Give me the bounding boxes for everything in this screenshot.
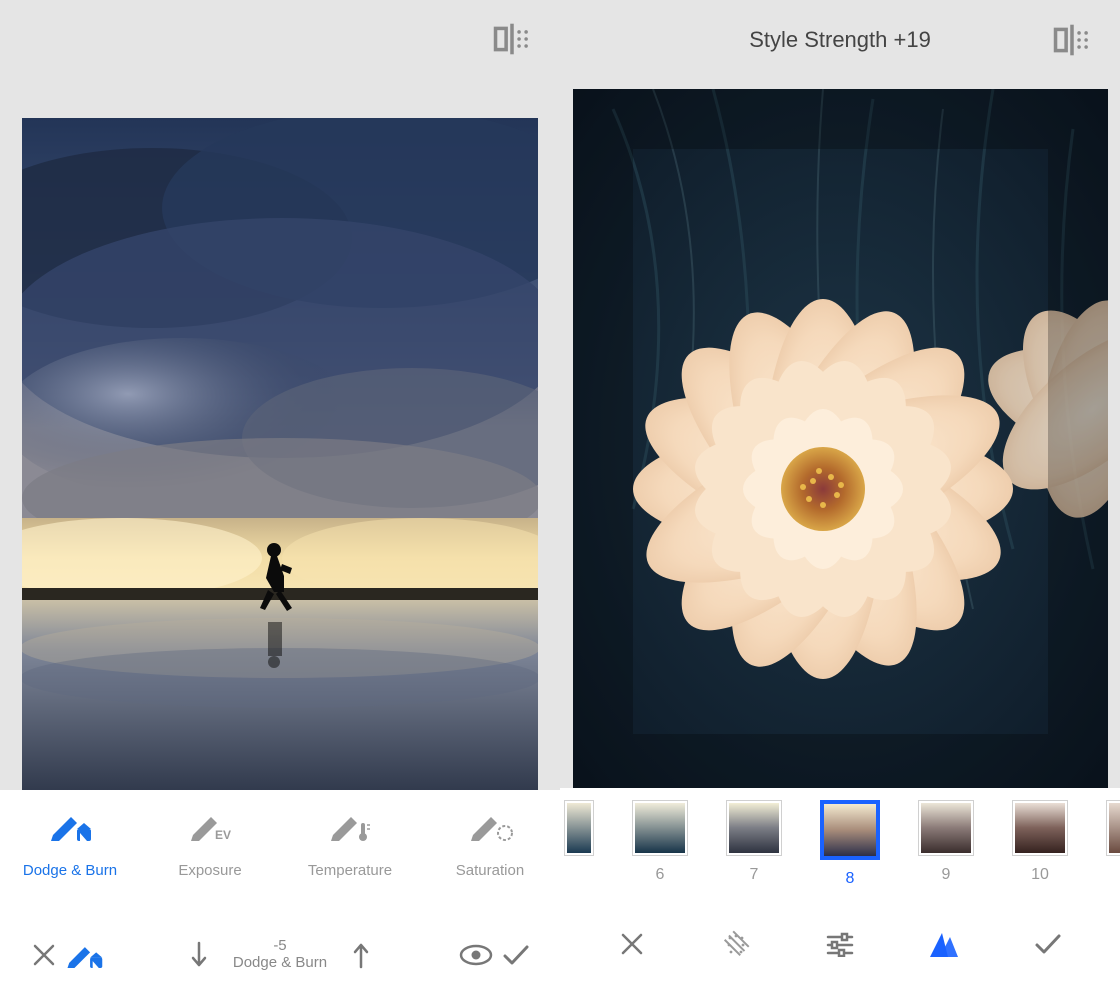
tool-label: Dodge & Burn	[23, 862, 117, 879]
adjust-name: Dodge & Burn	[233, 955, 327, 972]
right-canvas[interactable]	[560, 79, 1120, 787]
style-number: 10	[1031, 866, 1049, 884]
cancel-button[interactable]	[612, 924, 652, 964]
style-thumb-prev[interactable]: .	[564, 800, 594, 884]
styles-button[interactable]	[924, 924, 964, 964]
brush-dodge-burn-icon	[46, 808, 94, 844]
style-number: 7	[750, 866, 759, 884]
decrease-button[interactable]	[179, 935, 219, 975]
svg-text:EV: EV	[215, 828, 231, 842]
adjust-value: -5	[233, 938, 327, 955]
left-canvas[interactable]	[0, 78, 560, 789]
style-thumb-9[interactable]: 9	[918, 800, 974, 884]
compare-icon[interactable]	[1052, 20, 1092, 60]
adjust-value-label: -5 Dodge & Burn	[233, 938, 327, 971]
style-thumbnail-strip[interactable]: . 6 7 8 9 10 .	[560, 788, 1120, 905]
style-thumb-6[interactable]: 6	[632, 800, 688, 884]
tool-temperature[interactable]: Temperature	[280, 808, 420, 879]
apply-button[interactable]	[496, 935, 536, 975]
style-thumb-7[interactable]: 7	[726, 800, 782, 884]
tool-saturation[interactable]: Saturation	[420, 808, 560, 879]
left-editor-pane: Dodge & Burn EV Exposure	[0, 0, 560, 984]
increase-button[interactable]	[341, 935, 381, 975]
brush-temperature-icon	[326, 808, 374, 844]
brush-tool-strip: Dodge & Burn EV Exposure	[0, 790, 560, 926]
right-action-bar	[560, 905, 1120, 984]
tool-exposure[interactable]: EV Exposure	[140, 808, 280, 879]
compare-icon[interactable]	[492, 19, 532, 59]
style-thumb-10[interactable]: 10	[1012, 800, 1068, 884]
mask-preview-button[interactable]	[456, 935, 496, 975]
tool-label: Saturation	[456, 862, 524, 879]
right-photo	[573, 89, 1108, 787]
style-number: 8	[846, 870, 855, 888]
style-number: 9	[942, 866, 951, 884]
brush-saturation-icon	[466, 808, 514, 844]
adjust-sliders-button[interactable]	[820, 924, 860, 964]
left-photo	[22, 118, 538, 789]
tool-label: Exposure	[178, 862, 241, 879]
right-editor-pane: Style Strength +19	[560, 0, 1120, 984]
style-thumb-8[interactable]: 8	[820, 800, 880, 888]
tool-label: Temperature	[308, 862, 392, 879]
style-thumb-next[interactable]: .	[1106, 800, 1120, 884]
style-number: 6	[656, 866, 665, 884]
tool-dodge-burn[interactable]: Dodge & Burn	[0, 808, 140, 879]
texture-button[interactable]	[716, 924, 756, 964]
brush-tool-button[interactable]	[64, 935, 104, 975]
style-strength-label: Style Strength +19	[749, 27, 931, 53]
cancel-button[interactable]	[24, 935, 64, 975]
left-action-bar: -5 Dodge & Burn	[0, 925, 560, 984]
brush-exposure-icon: EV	[186, 808, 234, 844]
right-header: Style Strength +19	[560, 0, 1120, 79]
apply-button[interactable]	[1028, 924, 1068, 964]
left-header	[0, 0, 560, 78]
